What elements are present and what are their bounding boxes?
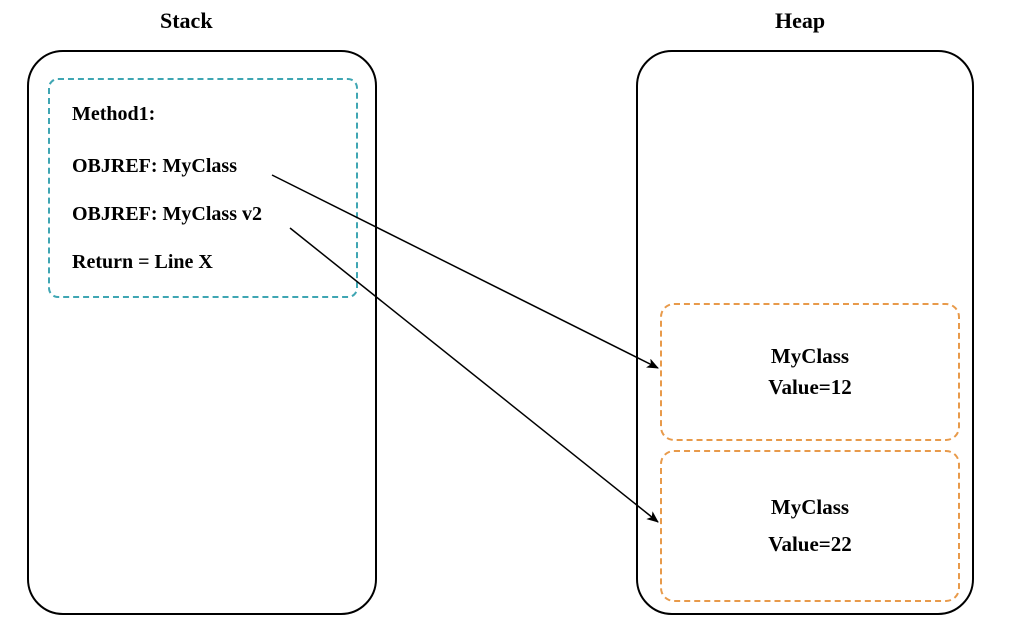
stack-frame-method1: Method1: OBJREF: MyClass OBJREF: MyClass… (48, 78, 358, 298)
heap-object-2-class: MyClass (771, 492, 849, 524)
stack-objref-1: OBJREF: MyClass (72, 154, 338, 178)
stack-objref-2: OBJREF: MyClass v2 (72, 202, 338, 226)
heap-object-2-value: Value=22 (768, 529, 852, 561)
stack-return-line: Return = Line X (72, 250, 338, 274)
heap-object-2: MyClass Value=22 (660, 450, 960, 602)
heap-object-1-value: Value=12 (768, 372, 852, 404)
heap-title: Heap (775, 8, 825, 34)
heap-object-1: MyClass Value=12 (660, 303, 960, 441)
stack-method-label: Method1: (72, 102, 338, 126)
stack-title: Stack (160, 8, 213, 34)
heap-object-1-class: MyClass (771, 341, 849, 373)
